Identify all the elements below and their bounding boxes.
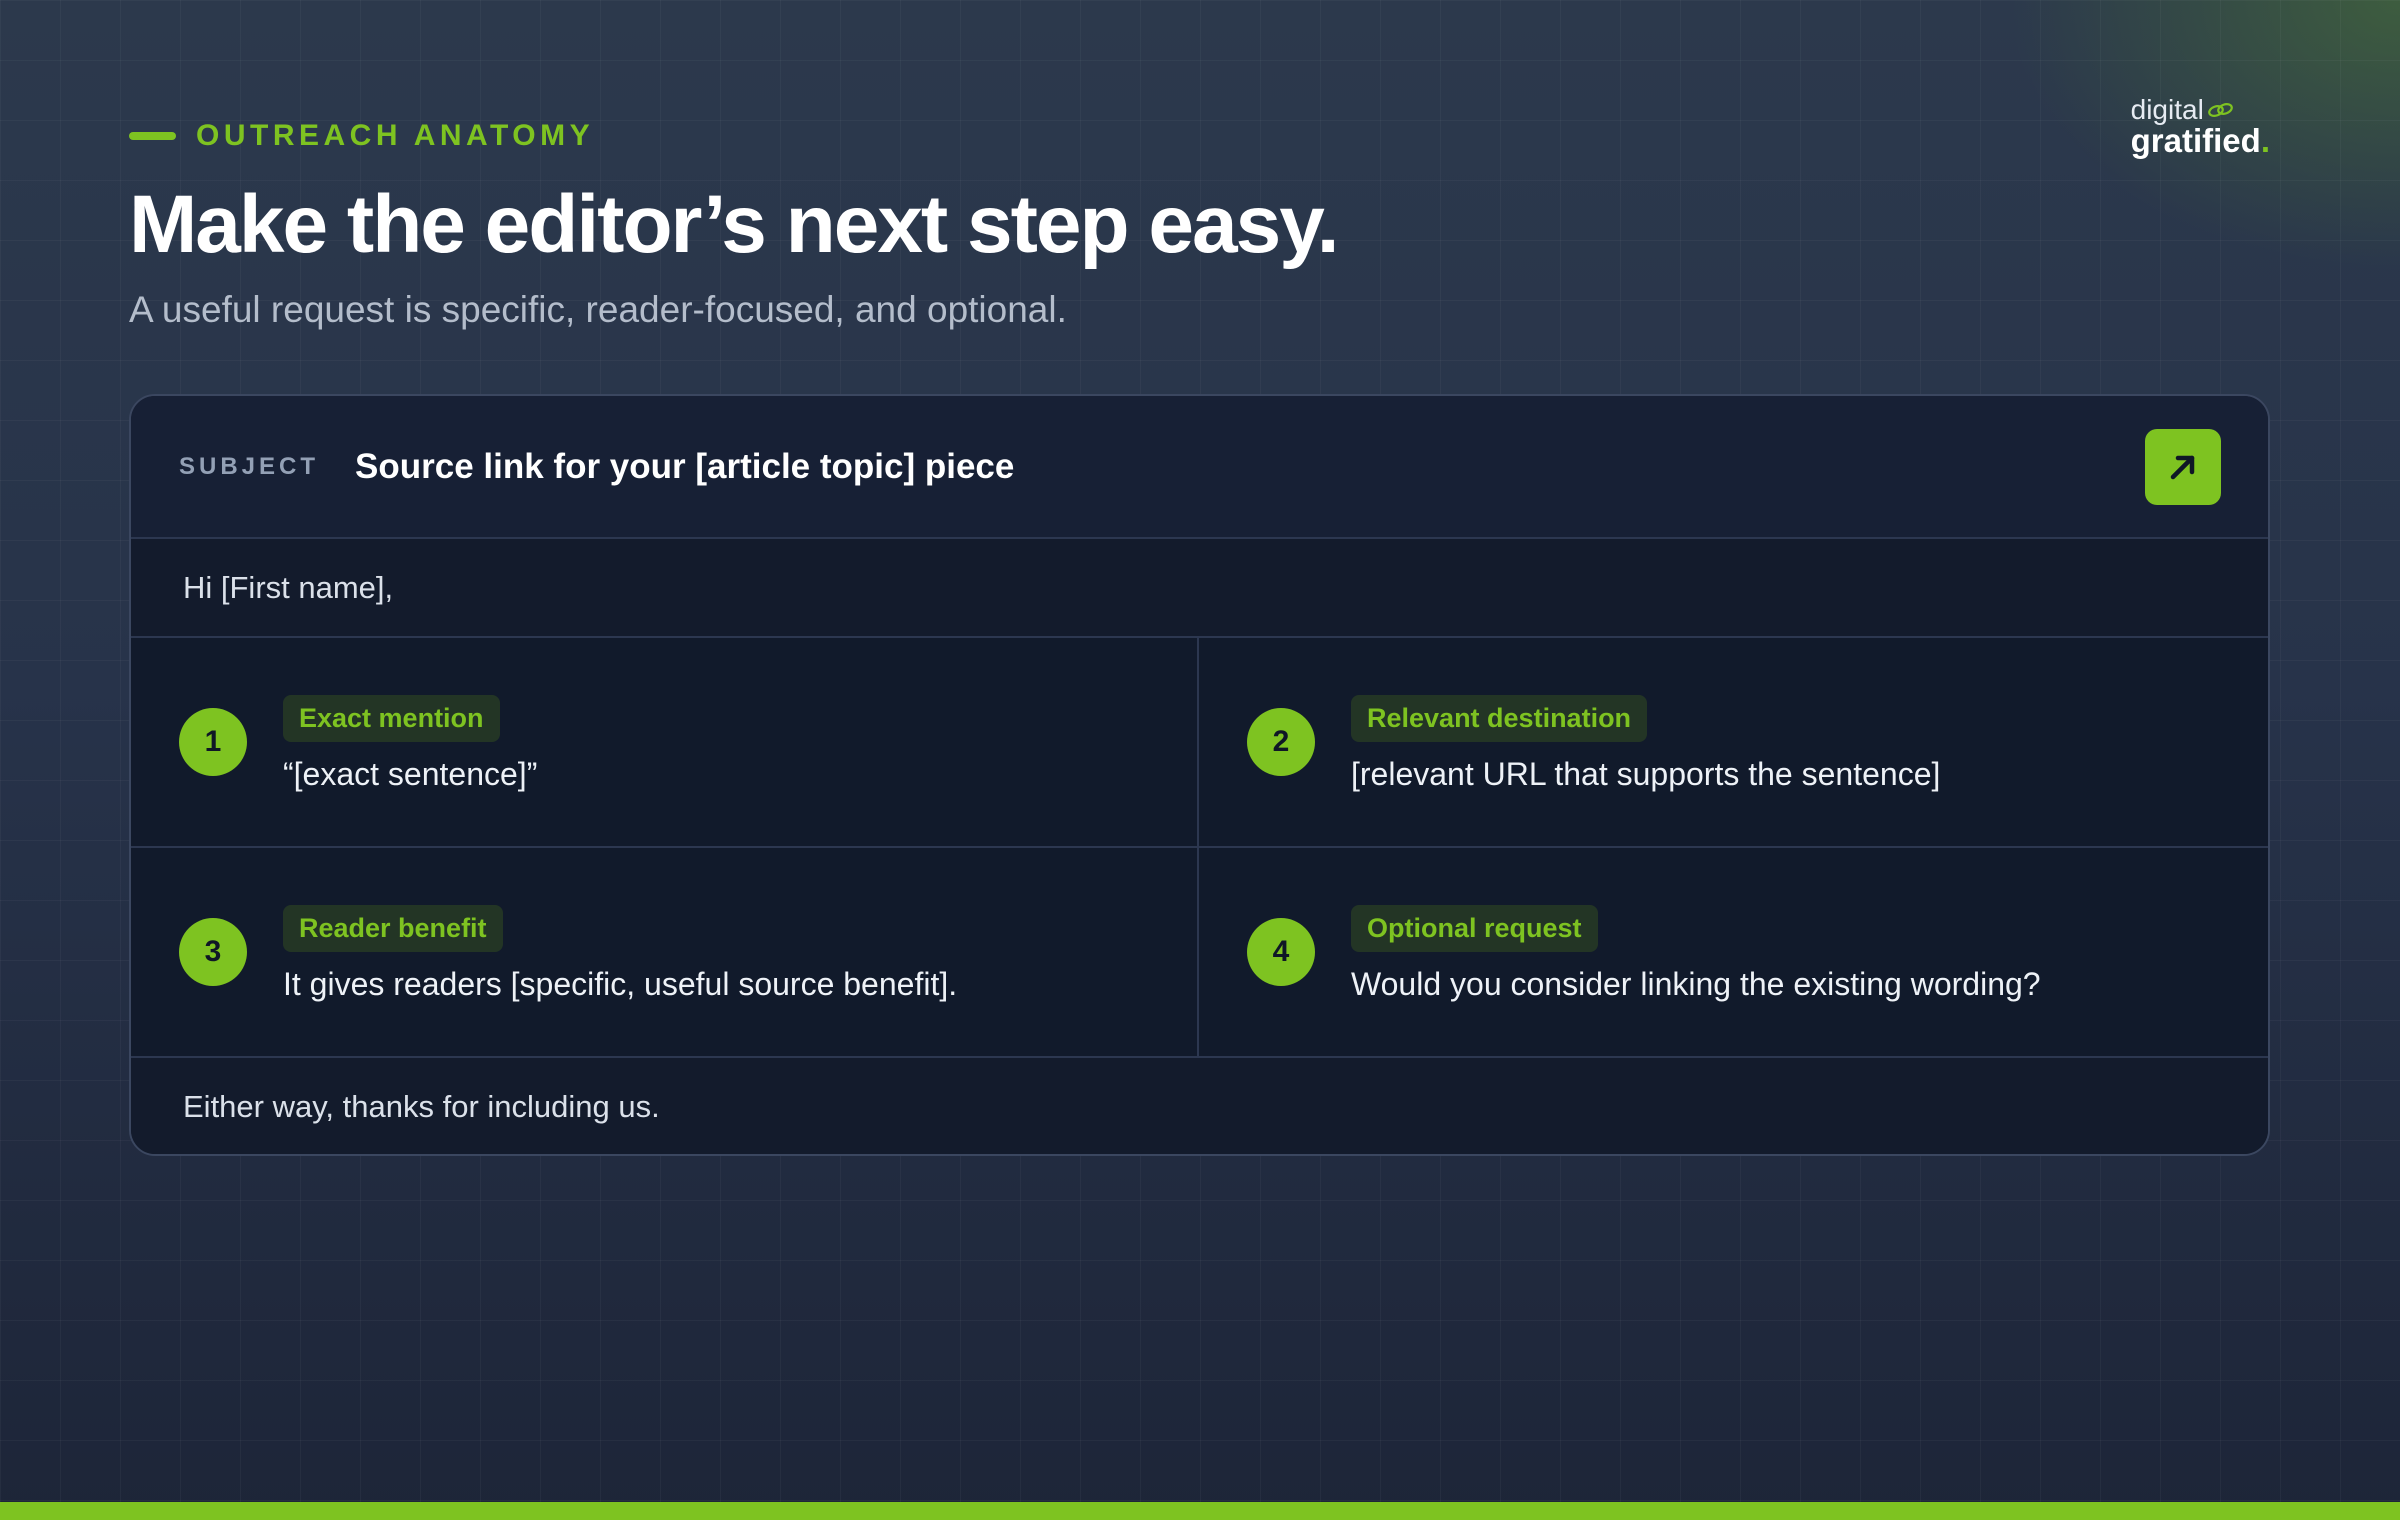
step-relevant-destination: 2 Relevant destination [relevant URL tha… — [1199, 638, 2268, 848]
logo-word-digital: digital — [2130, 94, 2204, 125]
step-tag: Relevant destination — [1351, 694, 1648, 743]
step-tag: Reader benefit — [283, 904, 503, 953]
eyebrow-label: OUTREACH ANATOMY — [196, 119, 595, 152]
greeting-text: Hi [First name], — [183, 569, 394, 605]
signoff-text: Either way, thanks for including us. — [183, 1089, 660, 1124]
subject-label: SUBJECT — [179, 452, 320, 480]
logo-line-bottom: gratified. — [2131, 124, 2270, 157]
step-number-badge: 2 — [1247, 708, 1315, 776]
page-subtitle: A useful request is specific, reader-foc… — [129, 289, 1067, 330]
logo-line-top: digital — [2131, 96, 2270, 124]
step-text: [relevant URL that supports the sentence… — [1351, 756, 1941, 793]
step-body: Optional request Would you consider link… — [1351, 904, 2041, 1003]
anatomy-steps-grid: 1 Exact mention “[exact sentence]” 2 Rel… — [131, 638, 2268, 1058]
eyebrow-accent-bar — [129, 132, 176, 140]
step-body: Relevant destination [relevant URL that … — [1351, 694, 1941, 793]
header: OUTREACH ANATOMY Make the editor’s next … — [129, 118, 1340, 332]
arrow-up-right-icon — [2170, 455, 2195, 480]
signoff-row: Either way, thanks for including us. — [131, 1058, 2268, 1154]
step-reader-benefit: 3 Reader benefit It gives readers [speci… — [131, 848, 1199, 1058]
subject-row: SUBJECT Source link for your [article to… — [131, 396, 2268, 539]
email-template-card: SUBJECT Source link for your [article to… — [129, 394, 2270, 1156]
eyebrow: OUTREACH ANATOMY — [129, 118, 1338, 154]
step-number-badge: 4 — [1247, 918, 1315, 986]
open-button[interactable] — [2145, 429, 2221, 505]
step-number-badge: 3 — [179, 918, 247, 986]
bottom-accent-bar — [0, 1502, 2400, 1520]
step-tag: Optional request — [1351, 904, 1598, 953]
page-title: Make the editor’s next step easy. — [129, 179, 1340, 270]
step-text: “[exact sentence]” — [283, 756, 538, 793]
step-body: Exact mention “[exact sentence]” — [283, 694, 538, 793]
logo-word-gratified: gratified — [2130, 122, 2261, 159]
step-optional-request: 4 Optional request Would you consider li… — [1199, 848, 2268, 1058]
step-text: It gives readers [specific, useful sourc… — [283, 966, 958, 1003]
step-tag: Exact mention — [283, 694, 500, 743]
logo-dot: . — [2260, 122, 2270, 159]
brand-logo: digital gratified. — [2131, 96, 2270, 158]
step-exact-mention: 1 Exact mention “[exact sentence]” — [131, 638, 1199, 848]
step-text: Would you consider linking the existing … — [1351, 966, 2041, 1003]
greeting-row: Hi [First name], — [131, 539, 2268, 638]
step-number-badge: 1 — [179, 708, 247, 776]
link-icon — [2207, 103, 2233, 117]
subject-line: Source link for your [article topic] pie… — [355, 446, 1015, 486]
step-body: Reader benefit It gives readers [specifi… — [283, 904, 958, 1003]
